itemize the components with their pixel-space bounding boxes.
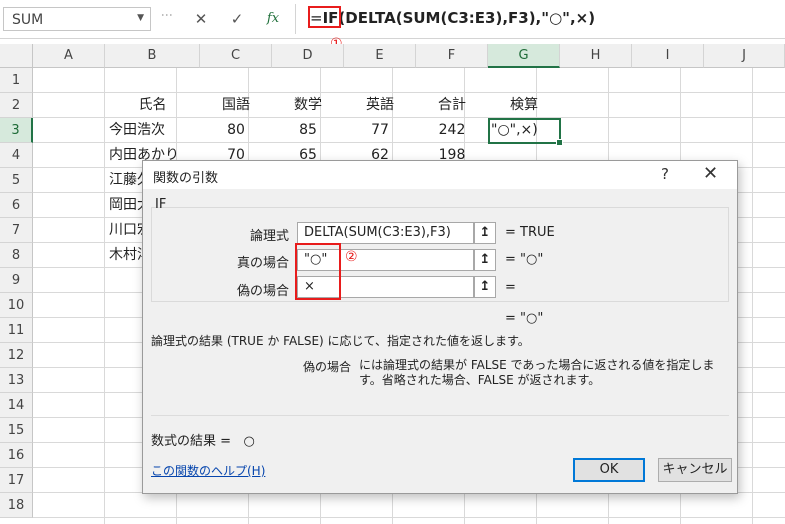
row-header-3[interactable]: 3: [0, 118, 33, 143]
function-icon: fx: [266, 11, 280, 26]
active-cell-selection[interactable]: [488, 118, 563, 146]
cell-b2[interactable]: 氏名: [105, 93, 200, 118]
row-header-7[interactable]: 7: [0, 218, 33, 243]
logical-test-value: DELTA(SUM(C3:E3),F3): [304, 225, 451, 240]
arrow-up-icon: ↥: [479, 279, 491, 294]
argument-description-text: には論理式の結果が FALSE であった場合に返される値を指定します。省略された…: [359, 358, 715, 387]
cancel-button[interactable]: キャンセル: [658, 458, 732, 482]
collapse-dialog-button-1[interactable]: ↥: [474, 222, 496, 244]
column-header-b[interactable]: B: [105, 44, 200, 68]
column-header-j[interactable]: J: [704, 44, 785, 68]
arg-label-value-if-true: 真の場合: [236, 256, 289, 271]
cell-b3[interactable]: 今田浩次: [109, 118, 199, 143]
cell-b5[interactable]: 江藤久: [109, 168, 142, 193]
ok-button[interactable]: OK: [573, 458, 645, 482]
column-header-h[interactable]: H: [560, 44, 632, 68]
formula-result-value: ○: [243, 434, 255, 449]
collapse-dialog-button-2[interactable]: ↥: [474, 249, 496, 271]
name-box[interactable]: SUM ▼: [3, 7, 151, 31]
name-box-value: SUM: [12, 12, 44, 28]
cell-b7[interactable]: 川口宏: [109, 218, 142, 243]
fill-handle[interactable]: [556, 139, 563, 146]
column-header-a[interactable]: A: [33, 44, 105, 68]
cancel-entry-button[interactable]: ✕: [189, 8, 213, 30]
row-header-12[interactable]: 12: [0, 343, 33, 368]
formula-input[interactable]: =IF(DELTA(SUM(C3:E3),F3),"○",×): [295, 4, 785, 34]
formula-arguments: DELTA(SUM(C3:E3),F3),"○",×): [345, 9, 596, 27]
cell-d2[interactable]: 数学: [272, 93, 344, 118]
function-result: = "○": [505, 311, 544, 326]
row-header-9[interactable]: 9: [0, 268, 33, 293]
row-header-13[interactable]: 13: [0, 368, 33, 393]
function-arguments-dialog: 関数の引数 ? ✕ IF 論理式 DELTA(SUM(C3:E3),F3) ↥ …: [142, 160, 738, 494]
insert-function-button[interactable]: fx: [261, 8, 285, 30]
row-header-17[interactable]: 17: [0, 468, 33, 493]
arg-label-logical-test: 論理式: [249, 229, 289, 244]
column-header-f[interactable]: F: [416, 44, 488, 68]
logical-test-input[interactable]: DELTA(SUM(C3:E3),F3): [297, 222, 474, 244]
arg-result-value-if-false: =: [505, 280, 516, 295]
close-icon[interactable]: ✕: [703, 163, 718, 184]
divider: [151, 415, 729, 416]
row-header-5[interactable]: 5: [0, 168, 33, 193]
cell-c3[interactable]: 80: [200, 118, 272, 143]
collapse-dialog-button-3[interactable]: ↥: [474, 276, 496, 298]
column-header-e[interactable]: E: [344, 44, 416, 68]
row-header-15[interactable]: 15: [0, 418, 33, 443]
row-header-10[interactable]: 10: [0, 293, 33, 318]
cell-f2[interactable]: 合計: [416, 93, 488, 118]
arg-result-value-if-true: = "○": [505, 252, 544, 267]
function-help-link[interactable]: この関数のヘルプ(H): [151, 462, 265, 479]
annotation-2: ②: [345, 249, 358, 265]
highlight-box-2: [295, 243, 341, 300]
enter-entry-button[interactable]: ✓: [225, 8, 249, 30]
row-header-1[interactable]: 1: [0, 68, 33, 93]
dialog-titlebar[interactable]: 関数の引数 ? ✕: [143, 161, 737, 189]
row-header-4[interactable]: 4: [0, 143, 33, 168]
more-dots-icon: ⋮: [160, 9, 174, 22]
arg-label-value-if-false: 偽の場合: [236, 284, 289, 299]
column-header-d[interactable]: D: [272, 44, 344, 68]
formula-text: =IF(DELTA(SUM(C3:E3),F3),"○",×): [310, 9, 595, 27]
arrow-up-icon: ↥: [479, 252, 491, 267]
arrow-up-icon: ↥: [479, 225, 491, 240]
cell-e2[interactable]: 英語: [344, 93, 416, 118]
row-header-2[interactable]: 2: [0, 93, 33, 118]
cell-b6[interactable]: 岡田大: [109, 193, 142, 218]
highlight-box-1: [308, 6, 341, 28]
function-description: 論理式の結果 (TRUE か FALSE) に応じて、指定された値を返します。: [151, 334, 530, 348]
arg-result-logical-test: = TRUE: [505, 225, 555, 240]
cell-b8[interactable]: 木村洋: [109, 243, 142, 268]
chevron-down-icon[interactable]: ▼: [137, 13, 144, 23]
formula-result: 数式の結果 = ○: [151, 430, 255, 449]
checkmark-icon: ✓: [230, 10, 244, 28]
dialog-title: 関数の引数: [153, 171, 219, 186]
row-header-6[interactable]: 6: [0, 193, 33, 218]
function-name-label: IF: [155, 197, 167, 212]
help-icon[interactable]: ?: [661, 165, 669, 183]
select-all-corner[interactable]: [0, 44, 33, 68]
cell-g2[interactable]: 検算: [488, 93, 560, 118]
cell-f3[interactable]: 242: [416, 118, 488, 143]
cell-e3[interactable]: 77: [344, 118, 416, 143]
row-header-8[interactable]: 8: [0, 243, 33, 268]
column-header-i[interactable]: I: [632, 44, 704, 68]
row-header-18[interactable]: 18: [0, 493, 33, 518]
formula-result-label: 数式の結果 =: [151, 434, 232, 449]
column-header-g[interactable]: G: [488, 44, 560, 68]
row-header-11[interactable]: 11: [0, 318, 33, 343]
row-header-16[interactable]: 16: [0, 443, 33, 468]
formula-bar: SUM ▼ ⋮ ✕ ✓ fx =IF(DELTA(SUM(C3:E3),F3),…: [0, 0, 785, 39]
close-icon: ✕: [194, 10, 208, 28]
cell-d3[interactable]: 85: [272, 118, 344, 143]
cell-c2[interactable]: 国語: [200, 93, 272, 118]
row-header-14[interactable]: 14: [0, 393, 33, 418]
column-header-c[interactable]: C: [200, 44, 272, 68]
argument-description-name: 偽の場合: [303, 360, 352, 374]
